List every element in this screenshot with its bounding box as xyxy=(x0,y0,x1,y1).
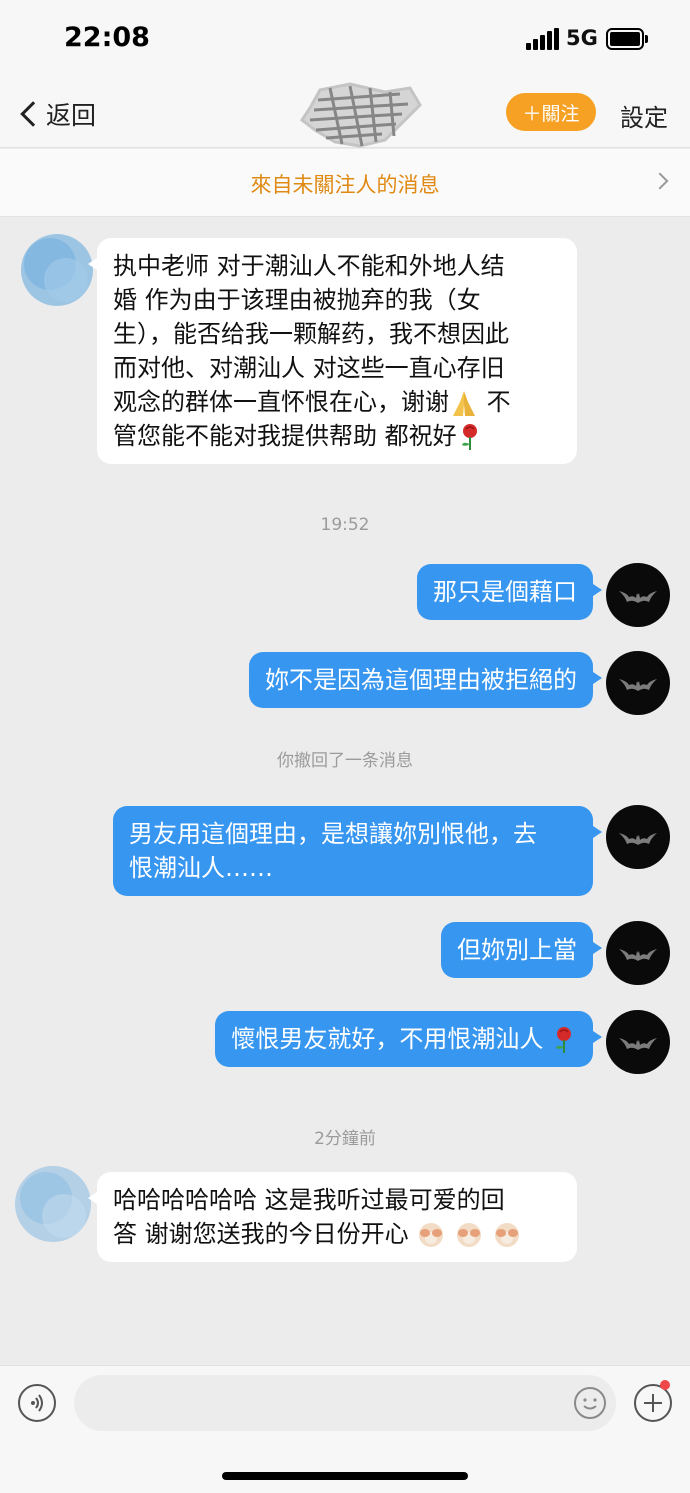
message-text: 那只是個藉口 xyxy=(433,578,577,606)
message-line-with-emoji: 管您能不能对我提供帮助 都祝好 xyxy=(113,419,561,453)
notice-text: 來自未關注人的消息 xyxy=(250,173,440,197)
message-bubble-incoming[interactable]: 哈哈哈哈哈哈 这是我听过最可爱的回 答 谢谢您送我的今日份开心 xyxy=(88,1172,577,1262)
battery-tip xyxy=(645,35,648,43)
sender-avatar[interactable] xyxy=(12,226,98,312)
rose-icon xyxy=(461,424,477,450)
my-avatar[interactable] xyxy=(606,1010,670,1074)
message-line: 生），能否给我一颗解药，我不想因此 xyxy=(113,320,509,348)
back-button[interactable]: 返回 xyxy=(16,94,96,134)
message-text: 管您能不能对我提供帮助 都祝好 xyxy=(113,422,457,450)
message-line: 男友用這個理由，是想讓妳別恨他，去 xyxy=(129,820,537,848)
message-line: 执中老师 对于潮汕人不能和外地人结 xyxy=(113,252,505,280)
message-input[interactable] xyxy=(74,1375,616,1431)
unfollowed-notice-bar[interactable]: 來自未關注人的消息 xyxy=(0,149,690,217)
status-time: 22:08 xyxy=(64,22,150,53)
message-text: 但妳別上當 xyxy=(457,936,577,964)
battery-icon xyxy=(606,28,644,50)
rose-icon xyxy=(556,1027,571,1053)
settings-button[interactable]: 設定 xyxy=(620,98,668,133)
message-text: 答 谢谢您送我的今日份开心 xyxy=(113,1220,409,1248)
message-text: 妳不是因為這個理由被拒絕的 xyxy=(265,666,577,694)
message-bubble-outgoing[interactable]: 男友用這個理由，是想讓妳別恨他，去 恨潮汕人…… xyxy=(113,806,602,896)
cellular-signal-icon xyxy=(526,28,559,50)
voice-button[interactable] xyxy=(18,1384,56,1422)
message-line: 哈哈哈哈哈哈 这是我听过最可爱的回 xyxy=(113,1186,505,1214)
message-text: 懷恨男友就好，不用恨潮汕人 xyxy=(231,1025,544,1053)
home-indicator[interactable] xyxy=(222,1472,468,1480)
bat-logo-icon xyxy=(619,679,657,691)
message-line: 恨潮汕人…… xyxy=(129,854,273,882)
bat-logo-icon xyxy=(619,949,657,961)
recall-notice: 你撤回了一条消息 xyxy=(277,751,413,771)
message-bubble-outgoing[interactable]: 那只是個藉口 xyxy=(417,564,602,620)
my-avatar[interactable] xyxy=(606,651,670,715)
status-bar: 22:08 5G xyxy=(0,0,690,80)
nav-bar: 返回 ＋關注 設定 xyxy=(0,80,690,148)
message-line-with-emoji: 懷恨男友就好，不用恨潮汕人 xyxy=(231,1022,577,1056)
message-bubble-outgoing[interactable]: 但妳別上當 xyxy=(441,922,602,978)
bat-logo-icon xyxy=(619,1038,657,1050)
blurred-username xyxy=(299,82,422,148)
see-no-evil-monkey-icon xyxy=(494,1223,519,1247)
smiley-icon[interactable] xyxy=(574,1387,606,1419)
message-bubble-outgoing[interactable]: 妳不是因為這個理由被拒絕的 xyxy=(249,652,602,708)
my-avatar[interactable] xyxy=(606,805,670,869)
message-bubble-incoming[interactable]: 执中老师 对于潮汕人不能和外地人结 婚 作为由于该理由被抛弃的我（女 生），能否… xyxy=(88,238,577,464)
my-avatar[interactable] xyxy=(606,921,670,985)
my-avatar[interactable] xyxy=(606,563,670,627)
message-bubble-outgoing[interactable]: 懷恨男友就好，不用恨潮汕人 xyxy=(215,1011,602,1067)
see-no-evil-monkey-icon xyxy=(419,1223,444,1247)
praying-hands-icon xyxy=(453,391,475,416)
timestamp: 2分鐘前 xyxy=(314,1129,376,1149)
bat-logo-icon xyxy=(619,591,657,603)
message-text: 不 xyxy=(486,388,511,416)
message-line-with-emoji: 答 谢谢您送我的今日份开心 xyxy=(113,1217,561,1251)
message-line: 婚 作为由于该理由被抛弃的我（女 xyxy=(113,286,481,314)
bat-logo-icon xyxy=(619,833,657,845)
back-label: 返回 xyxy=(46,101,97,130)
follow-button[interactable]: ＋關注 xyxy=(506,93,596,131)
chevron-left-icon xyxy=(20,101,46,127)
notification-dot xyxy=(660,1380,670,1390)
smiley-face xyxy=(583,1398,597,1410)
message-line: 而对他、对潮汕人 对这些一直心存旧 xyxy=(113,354,505,382)
see-no-evil-monkey-icon xyxy=(456,1223,481,1247)
timestamp: 19:52 xyxy=(320,515,370,535)
sender-avatar[interactable] xyxy=(8,1160,94,1246)
voice-icon xyxy=(31,1394,43,1412)
network-type: 5G xyxy=(566,26,598,50)
message-text: 观念的群体一直怀恨在心，谢谢 xyxy=(113,388,449,416)
message-line-with-emoji: 观念的群体一直怀恨在心，谢谢 不 xyxy=(113,385,561,419)
